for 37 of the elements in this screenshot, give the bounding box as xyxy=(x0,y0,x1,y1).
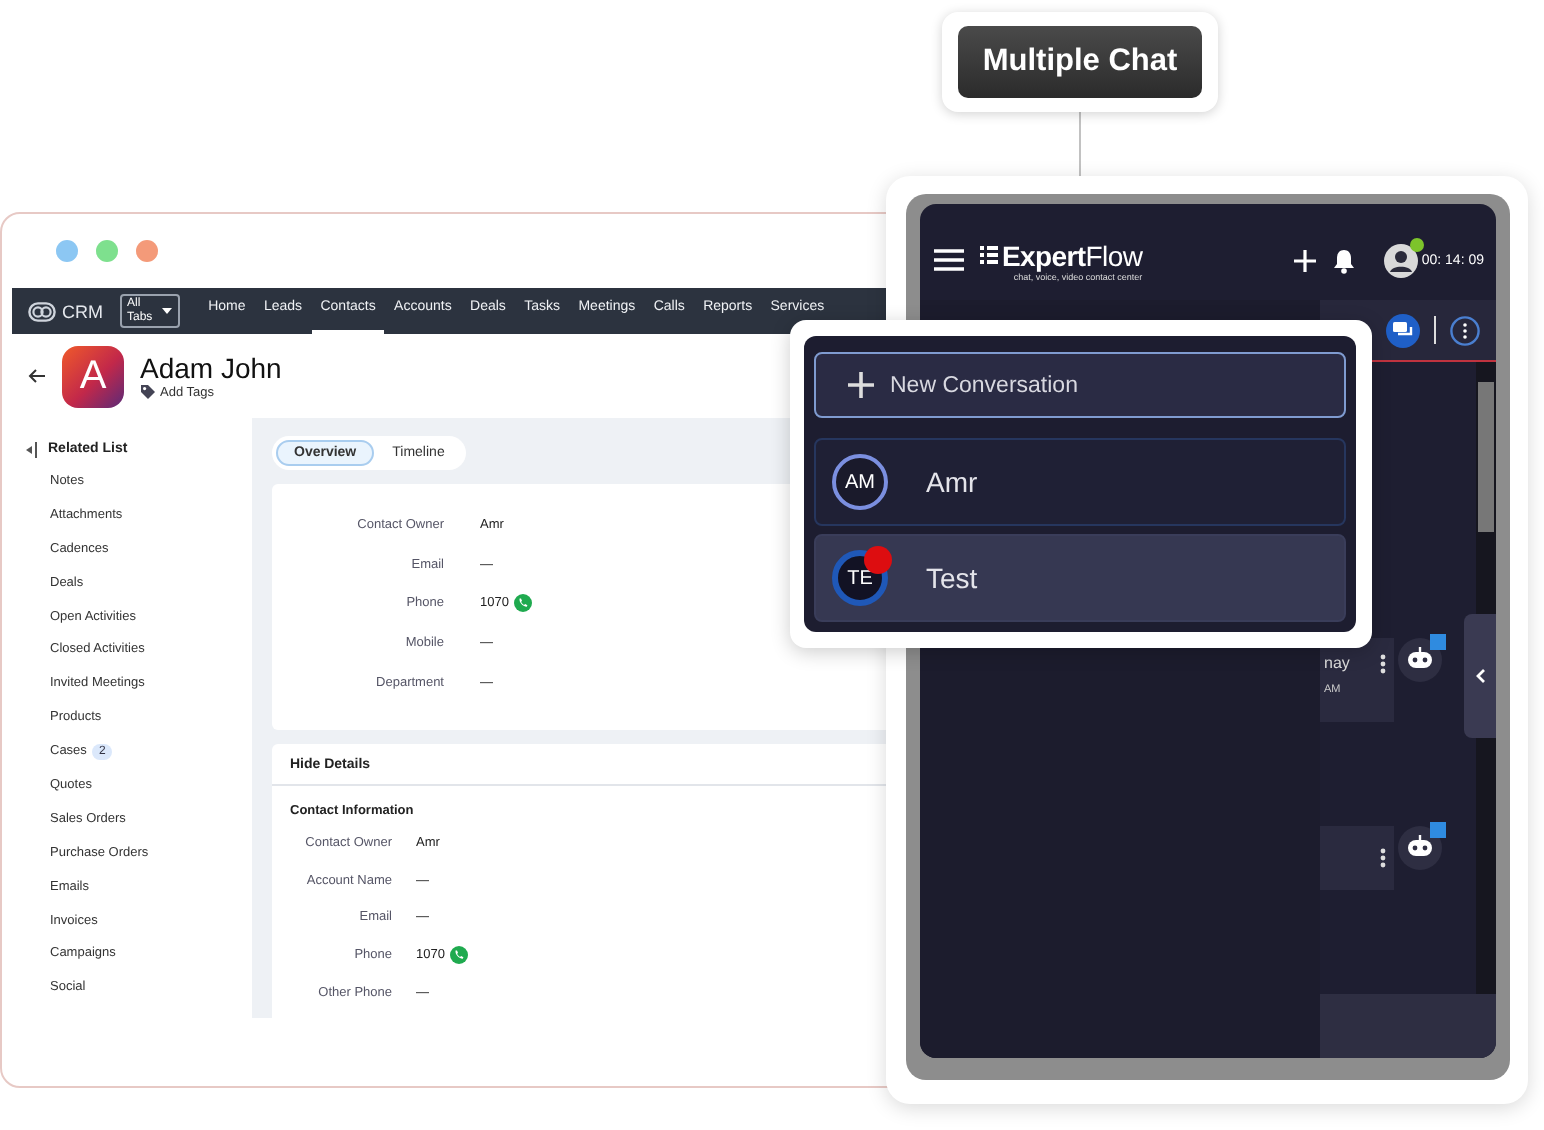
window-dot[interactable] xyxy=(56,240,78,262)
new-conversation-button[interactable]: New Conversation xyxy=(814,352,1346,418)
chevron-left-icon xyxy=(1475,668,1485,684)
robot-icon xyxy=(1398,634,1446,682)
conversation-item[interactable]: TE Test xyxy=(814,534,1346,622)
more-options-icon[interactable] xyxy=(1450,315,1480,345)
initials-avatar: AM xyxy=(832,454,888,510)
window-dot[interactable] xyxy=(136,240,158,262)
contact-avatar: A xyxy=(62,345,124,407)
phone-icon[interactable] xyxy=(450,945,469,964)
initials-avatar: TE xyxy=(832,550,888,606)
plus-icon[interactable] xyxy=(1293,249,1316,271)
window-dot[interactable] xyxy=(96,240,118,262)
scrollbar-thumb[interactable] xyxy=(1478,382,1494,532)
collapse-icon[interactable] xyxy=(26,441,38,457)
phone-icon[interactable] xyxy=(514,594,533,613)
multiple-chat-label: Multiple Chat xyxy=(958,26,1202,98)
grid-dots-icon xyxy=(980,246,998,264)
conversation-item[interactable]: AM Amr xyxy=(814,438,1346,526)
kebab-icon[interactable] xyxy=(1380,654,1386,674)
robot-icon xyxy=(1398,822,1446,870)
chat-bubbles-icon[interactable] xyxy=(1386,313,1420,347)
contact-name: Test xyxy=(926,562,978,594)
tag-icon xyxy=(140,384,156,400)
crm-logo[interactable]: CRM xyxy=(28,301,103,321)
plus-icon xyxy=(848,372,874,398)
bell-icon[interactable] xyxy=(1331,247,1356,273)
kebab-icon[interactable] xyxy=(1380,848,1386,868)
caret-icon xyxy=(161,308,171,314)
back-arrow-icon[interactable] xyxy=(28,368,46,384)
contact-name: Adam John xyxy=(140,352,282,384)
app-name: CRM xyxy=(62,301,103,321)
agent-avatar[interactable] xyxy=(1383,243,1418,277)
menu-icon[interactable] xyxy=(934,248,964,272)
message-text: nay xyxy=(1324,654,1350,672)
contact-name: Amr xyxy=(926,466,978,498)
rings-icon xyxy=(28,301,56,321)
